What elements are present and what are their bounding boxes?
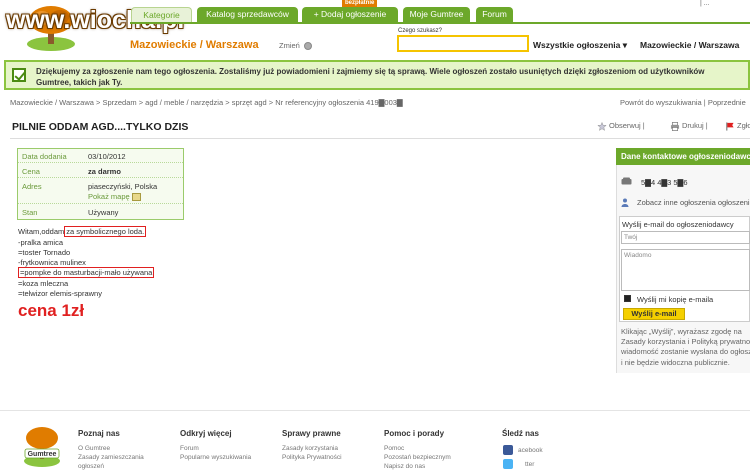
description-highlight-2: =pompke do masturbacji-mało używana	[18, 267, 155, 278]
footer-link-contact[interactable]: Napisz do nas	[384, 463, 425, 470]
print-button[interactable]: Drukuj |	[670, 121, 708, 131]
footer-link-posting-rules[interactable]: Zasady zamieszczania	[78, 454, 144, 461]
footer-link-privacy[interactable]: Polityka Prywatności	[282, 454, 342, 461]
confirmation-line-1: Dziękujemy za zgłoszenie nam tego ogłosz…	[36, 67, 705, 76]
show-map-link[interactable]: Pokaż mapę	[88, 192, 141, 202]
tab-forum[interactable]: Forum	[476, 7, 513, 22]
category-select[interactable]: Wszystkie ogłoszenia ▾	[533, 40, 627, 51]
printer-icon	[670, 121, 680, 131]
free-badge: bezpłatnie	[342, 0, 378, 7]
confirmation-text: Dziękujemy za zgłoszenie nam tego ogłosz…	[36, 66, 750, 88]
header: www.wiocha.pl bezpłatnie Kategorie Katal…	[0, 0, 750, 58]
send-copy-label: Wyślij mi kopię e-maila	[637, 295, 714, 304]
footer-col-legal-head: Sprawy prawne	[282, 429, 341, 438]
state-value: Używany	[88, 208, 119, 217]
date-label: Data dodania	[22, 152, 67, 161]
print-label: Drukuj	[682, 121, 704, 130]
footer-link-safety[interactable]: Pozostań bezpiecznym	[384, 454, 451, 461]
footer-col-about-head: Poznaj nas	[78, 429, 120, 438]
report-confirmation-banner: Dziękujemy za zgłoszenie nam tego ogłosz…	[4, 60, 750, 90]
checkmark-icon	[12, 68, 26, 82]
tab-add-ad[interactable]: + Dodaj ogłoszenie	[302, 7, 398, 22]
search-input[interactable]	[397, 35, 529, 52]
price-value: za darmo	[88, 167, 121, 176]
email-form-title: Wyślij e-mail do ogłoszeniodawcy	[622, 220, 734, 229]
footer-link-about[interactable]: O Gumtree	[78, 445, 110, 452]
legal-text-3: wiadomość zostanie wysłana do ogłoszenio…	[621, 347, 750, 356]
phone-icon	[621, 177, 632, 185]
state-label: Stan	[22, 208, 38, 217]
send-email-button[interactable]: Wyślij e-mail	[623, 308, 685, 320]
map-icon	[131, 193, 141, 202]
address-value: piaseczyński, Polska	[88, 182, 158, 191]
legal-text-4: i nie będzie widoczna publicznie.	[621, 358, 730, 367]
breadcrumb[interactable]: Mazowieckie / Warszawa > Sprzedam > agd …	[10, 98, 403, 107]
confirmation-line-2: Gumtree, takich jak Ty.	[36, 78, 123, 87]
detail-row-price: Cena za darmo	[18, 164, 183, 178]
detail-row-state: Stan Używany	[18, 205, 183, 219]
region-title: Mazowieckie / Warszawa	[130, 39, 259, 51]
report-label: Zgłoś	[737, 121, 750, 130]
globe-icon	[303, 42, 312, 51]
description-prefix: Witam,oddam	[18, 227, 65, 236]
report-button[interactable]: Zgłoś	[725, 121, 750, 131]
footer-link-terms[interactable]: Zasady korzystania	[282, 445, 338, 452]
price-label: Cena	[22, 167, 40, 176]
observe-button[interactable]: Obserwuj |	[597, 121, 645, 131]
description-highlight: za symbolicznego loda.	[64, 226, 147, 237]
description-line-4: -frytkownica mulinex	[18, 258, 86, 267]
detail-row-address: Adres piaseczyński, Polska Pokaż mapę	[18, 179, 183, 204]
legal-text-1: Klikając „Wyślij”, wyrażasz zgodę na	[621, 327, 742, 336]
search-label: Czego szukasz?	[398, 28, 443, 34]
description-line-1: Witam,oddam za symbolicznego loda.	[18, 226, 147, 237]
location-select[interactable]: Mazowieckie / Warszawa	[640, 40, 739, 50]
footer-col-help-head: Pomoc i porady	[384, 429, 445, 438]
divider	[10, 138, 750, 139]
footer-link-forum[interactable]: Forum	[180, 445, 199, 452]
tab-seller-catalog[interactable]: Katalog sprzedawców	[197, 7, 298, 22]
twitter-icon[interactable]	[503, 459, 513, 469]
description-line-6: =koza mleczna	[18, 279, 69, 288]
top-account-link[interactable]: | ...	[700, 0, 710, 7]
footer-link-help[interactable]: Pomoc	[384, 445, 404, 452]
show-map-label: Pokaż mapę	[88, 192, 130, 201]
back-to-search-link[interactable]: Powrót do wyszukiwania | Poprzednie	[620, 98, 746, 107]
detail-row-date: Data dodania 03/10/2012	[18, 149, 183, 163]
tab-my-gumtree[interactable]: Moje Gumtree	[403, 7, 470, 22]
footer-link-popular-searches[interactable]: Popularne wyszukiwania	[180, 454, 251, 461]
footer-link-twitter[interactable]: tter	[525, 461, 534, 468]
footer-col-follow-head: Śledź nas	[502, 429, 539, 438]
page-title: PILNIE ODDAM AGD....TYLKO DZIS	[12, 121, 189, 133]
price-callout: cena 1zł	[18, 301, 85, 320]
ad-details-box: Data dodania 03/10/2012 Cena za darmo Ad…	[17, 148, 184, 220]
footer-col-discover-head: Odkryj więcej	[180, 429, 232, 438]
gumtree-footer-logo-icon[interactable]: Gumtree	[22, 425, 62, 469]
observe-label: Obserwuj	[609, 121, 641, 130]
change-region-label: Zmień	[279, 41, 300, 50]
tab-categories[interactable]: Kategorie	[131, 7, 192, 22]
description-line-2: -pralka amica	[18, 238, 64, 247]
legal-text-2[interactable]: Zasady korzystania i Polityką prywatnośc…	[621, 337, 750, 346]
description-line-5: =pompke do masturbacji-mało używana	[18, 267, 155, 278]
sender-name-input[interactable]: Twój	[621, 231, 750, 244]
description-line-3: =toster Tornado	[18, 248, 71, 257]
date-value: 03/10/2012	[88, 152, 126, 161]
send-copy-checkbox[interactable]	[624, 295, 631, 302]
footer-link-facebook[interactable]: acebook	[518, 447, 543, 454]
user-icon	[621, 198, 629, 207]
contact-header: Dane kontaktowe ogłoszeniodawcy	[616, 148, 750, 165]
star-icon	[597, 121, 607, 131]
tab-underline	[130, 22, 750, 24]
change-region-link[interactable]: Zmień	[279, 41, 312, 51]
footer-link-posting-rules-2[interactable]: ogłoszeń	[78, 463, 104, 470]
description-line-7: =telwizor elemis-sprawny	[18, 289, 102, 298]
message-textarea[interactable]: Wiadomo	[621, 249, 750, 291]
address-label: Adres	[22, 182, 42, 191]
other-ads-link[interactable]: Zobacz inne ogłoszenia ogłoszeniodawcy	[637, 198, 750, 207]
facebook-icon[interactable]	[503, 445, 513, 455]
footer-logo-text: Gumtree	[28, 451, 57, 458]
flag-icon	[726, 121, 734, 131]
phone-number[interactable]: 5▇4 4▇3 5▇6	[641, 178, 688, 187]
footer-divider	[0, 410, 750, 411]
